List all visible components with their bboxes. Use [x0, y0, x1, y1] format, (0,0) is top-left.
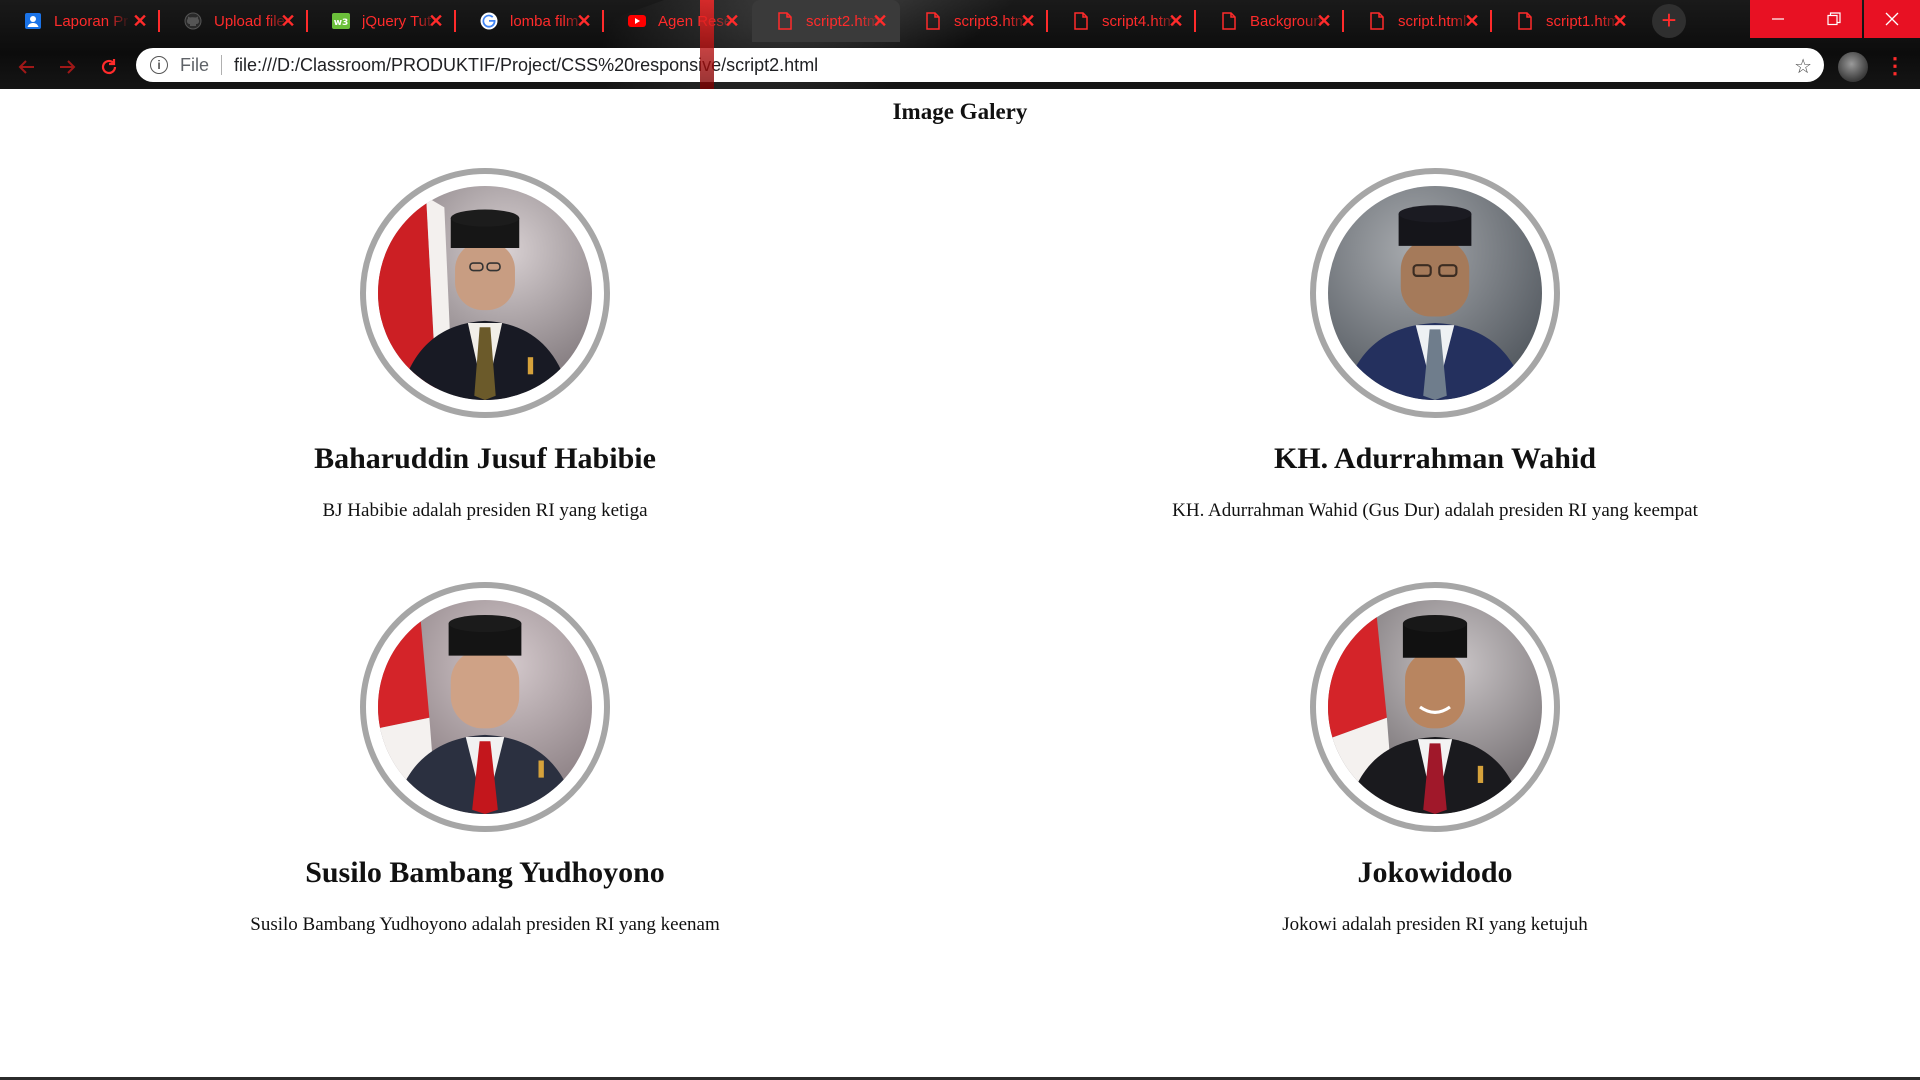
- close-tab-icon[interactable]: ✕: [130, 11, 150, 31]
- close-window-button[interactable]: [1864, 0, 1920, 38]
- close-tab-icon[interactable]: ✕: [426, 11, 446, 31]
- close-tab-icon[interactable]: ✕: [574, 11, 594, 31]
- president-name: Baharuddin Jusuf Habibie: [314, 442, 656, 475]
- browser-menu-icon[interactable]: ⋮: [1884, 52, 1906, 82]
- portrait-frame: [1310, 582, 1560, 832]
- file-icon: [1368, 12, 1386, 30]
- youtube-icon: [628, 12, 646, 30]
- url-text[interactable]: file:///D:/Classroom/PRODUKTIF/Project/C…: [234, 55, 818, 76]
- page-content: Image Galery Baharuddin Jusuf Habibie BJ…: [0, 89, 1920, 1077]
- close-tab-icon[interactable]: ✕: [1314, 11, 1334, 31]
- tab-script[interactable]: script.html ✕: [1344, 0, 1492, 42]
- reload-button[interactable]: [94, 52, 124, 82]
- back-button[interactable]: [12, 52, 42, 82]
- tab-agen-reseller[interactable]: Agen Reseller ✕: [604, 0, 752, 42]
- arrow-right-icon: [60, 60, 76, 74]
- tab-script4[interactable]: script4.html ✕: [1048, 0, 1196, 42]
- file-icon: [1516, 12, 1534, 30]
- president-name: Susilo Bambang Yudhoyono: [305, 856, 665, 889]
- file-icon: [1072, 12, 1090, 30]
- president-caption: KH. Adurrahman Wahid (Gus Dur) adalah pr…: [1172, 500, 1698, 521]
- file-icon: [924, 12, 942, 30]
- tab-jquery[interactable]: w3 jQuery Tut ✕: [308, 0, 456, 42]
- tab-strip: Laporan Pr ✕ Upload file ✕ w3 jQuery Tut…: [0, 0, 1640, 42]
- tab-background[interactable]: Background ✕: [1196, 0, 1344, 42]
- gallery-card: Jokowidodo Jokowi adalah presiden RI yan…: [985, 582, 1885, 936]
- portrait-image: [378, 186, 592, 400]
- minimize-button[interactable]: [1750, 0, 1806, 38]
- tab-upload-file[interactable]: Upload file ✕: [160, 0, 308, 42]
- gallery-card: Susilo Bambang Yudhoyono Susilo Bambang …: [35, 582, 935, 936]
- tab-lomba-film[interactable]: lomba film ✕: [456, 0, 604, 42]
- svg-text:w3: w3: [334, 18, 349, 28]
- tab-laporan[interactable]: Laporan Pr ✕: [0, 0, 160, 42]
- president-caption: BJ Habibie adalah presiden RI yang ketig…: [322, 500, 648, 521]
- portrait-image: [1328, 186, 1542, 400]
- profile-avatar[interactable]: [1838, 52, 1868, 82]
- restore-button[interactable]: [1806, 0, 1862, 38]
- close-icon: [1885, 12, 1899, 26]
- address-scheme: File: [180, 54, 210, 75]
- contacts-icon: [24, 12, 42, 30]
- minimize-icon: [1772, 18, 1784, 20]
- gallery-card: Baharuddin Jusuf Habibie BJ Habibie adal…: [35, 168, 935, 522]
- close-tab-icon[interactable]: ✕: [870, 11, 890, 31]
- page-title: Image Galery: [892, 99, 1028, 124]
- bookmark-star-icon[interactable]: ☆: [1794, 54, 1812, 79]
- close-tab-icon[interactable]: ✕: [1166, 11, 1186, 31]
- portrait-image: [378, 600, 592, 814]
- tab-script2[interactable]: script2.html ✕: [752, 0, 900, 42]
- portrait-image: [1328, 600, 1542, 814]
- info-icon[interactable]: i: [150, 56, 168, 74]
- address-divider: [221, 55, 223, 75]
- browser-chrome: Laporan Pr ✕ Upload file ✕ w3 jQuery Tut…: [0, 0, 1920, 89]
- address-bar[interactable]: i File file:///D:/Classroom/PRODUKTIF/Pr…: [136, 48, 1824, 82]
- file-icon: [1220, 12, 1238, 30]
- google-icon: [480, 12, 498, 30]
- president-caption: Jokowi adalah presiden RI yang ketujuh: [1282, 914, 1588, 935]
- tab-script3[interactable]: script3.html ✕: [900, 0, 1048, 42]
- tab-title: Laporan Pr: [54, 12, 129, 30]
- restore-icon: [1827, 12, 1841, 26]
- github-icon: [184, 12, 202, 30]
- president-caption: Susilo Bambang Yudhoyono adalah presiden…: [250, 914, 720, 935]
- portrait-frame: [360, 582, 610, 832]
- w3schools-icon: w3: [332, 12, 350, 30]
- president-name: Jokowidodo: [1357, 856, 1513, 889]
- forward-button[interactable]: [52, 52, 82, 82]
- close-tab-icon[interactable]: ✕: [1610, 11, 1630, 31]
- portrait-frame: [360, 168, 610, 418]
- close-tab-icon[interactable]: ✕: [1018, 11, 1038, 31]
- tab-script1[interactable]: script1.html ✕: [1492, 0, 1640, 42]
- gallery-card: KH. Adurrahman Wahid KH. Adurrahman Wahi…: [985, 168, 1885, 522]
- new-tab-button[interactable]: +: [1652, 4, 1686, 38]
- close-tab-icon[interactable]: ✕: [278, 11, 298, 31]
- arrow-left-icon: [18, 60, 34, 74]
- file-icon: [776, 12, 794, 30]
- president-name: KH. Adurrahman Wahid: [1273, 442, 1597, 475]
- portrait-frame: [1310, 168, 1560, 418]
- close-tab-icon[interactable]: ✕: [722, 11, 742, 31]
- close-tab-icon[interactable]: ✕: [1462, 11, 1482, 31]
- reload-icon: [101, 59, 117, 75]
